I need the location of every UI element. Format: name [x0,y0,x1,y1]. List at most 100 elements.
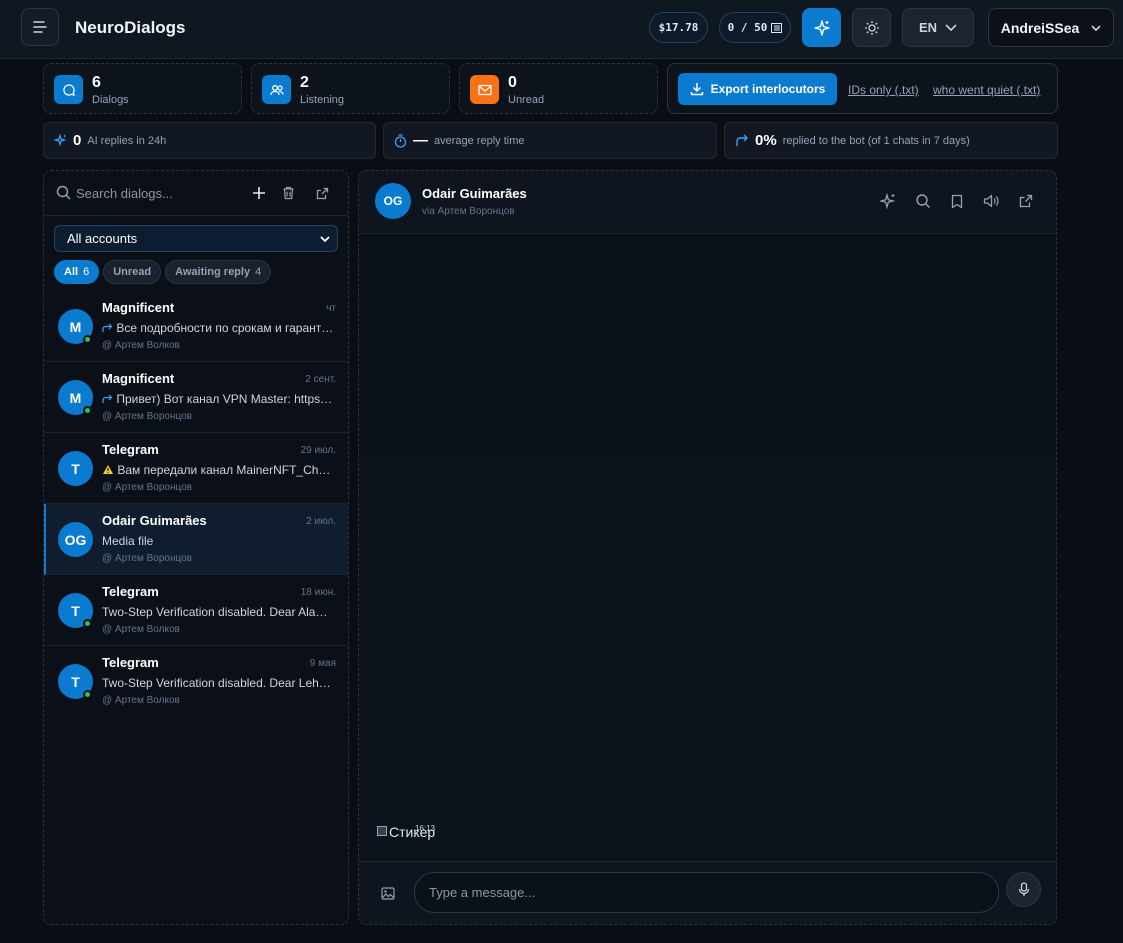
chat-via-account: via Артем Воронцов [422,206,515,217]
image-icon [381,887,395,900]
bookmark-button[interactable] [947,191,967,211]
users-icon [262,75,291,104]
sticker-message[interactable]: Стикер 16:13 [377,824,435,840]
online-indicator [83,335,92,344]
dialog-preview-text: Two-Step Verification disabled. Dear Ala… [102,605,334,619]
chat-panel: OG Odair Guimarães via Артем Воронцов Ст… [358,170,1057,925]
metric-label: AI replies in 24h [87,134,167,147]
dialog-account: @ Артем Волков [102,695,180,706]
search-input[interactable] [76,183,236,203]
ai-reply-button[interactable] [878,191,898,211]
chevron-down-icon [320,236,330,243]
chevron-down-icon [1091,24,1101,31]
export-quiet-link[interactable]: who went quiet (.txt) [933,83,1040,97]
quota-badge[interactable]: 0 / 50 [719,12,791,43]
dialog-preview-text: Привет) Вот канал VPN Master: https://t.… [116,392,334,406]
dialogs-sidebar: All accounts All 6 Unread Awaiting reply… [43,170,349,925]
dialog-item[interactable]: T Telegram 18 июн. Two-Step Verification… [44,575,348,646]
chat-bubble-icon [54,75,83,104]
stat-label: Unread [508,94,545,106]
metric-value: — [413,132,428,149]
chip-count: 6 [83,266,90,278]
open-external-button[interactable] [1016,191,1036,211]
menu-toggle-button[interactable] [21,8,59,46]
stat-card-dialogs[interactable]: 6 Dialogs [43,63,242,114]
dialog-preview: Все подробности по срокам и гарантиям [102,321,334,335]
export-interlocutors-button[interactable]: Export interlocutors [678,73,837,105]
search-icon [916,194,930,208]
theme-toggle-button[interactable] [852,8,891,47]
metric-reply-rate: 0% replied to the bot (of 1 chats in 7 d… [724,122,1058,159]
stat-value: 2 [300,74,309,91]
export-panel: Export interlocutors IDs only (.txt) who… [667,63,1058,114]
dialog-item[interactable]: T Telegram 9 мая Two-Step Verification d… [44,646,348,717]
search-row [44,171,348,216]
balance-badge[interactable]: $17.78 [649,12,708,43]
message-input[interactable] [414,872,999,913]
export-button-label: Export interlocutors [710,82,826,96]
dialog-item-selected[interactable]: OG Odair Guimarães 2 июл. Media file @ А… [44,504,348,575]
chat-contact-name: Odair Guimarães [422,186,527,201]
dialog-account: @ Артем Волков [102,624,180,635]
list-icon [771,22,783,33]
online-indicator [83,619,92,628]
dialog-preview: Two-Step Verification disabled. Dear Ala… [102,605,334,619]
bookmark-icon [951,194,963,208]
dialog-account: @ Артем Воронцов [102,411,192,422]
account-select[interactable]: All accounts [54,225,338,252]
warning-icon [103,465,113,474]
filter-all[interactable]: All 6 [54,260,100,284]
chip-label: Unread [113,266,152,278]
sparkle-icon [54,134,67,147]
add-dialog-button[interactable] [249,183,269,203]
stat-card-listening[interactable]: 2 Listening [251,63,450,114]
dialog-date: чт [326,303,336,314]
language-select[interactable]: EN [902,8,974,47]
dialog-item[interactable]: M Magnificent 2 сент. Привет) Вот канал … [44,362,348,433]
user-menu-button[interactable]: AndreiSSea [988,8,1114,47]
message-time: 16:13 [415,824,436,833]
chip-count: 4 [255,266,262,278]
external-link-icon [316,187,328,199]
dialog-preview-text: Все подробности по срокам и гарантиям [116,321,334,335]
dialog-date: 2 сент. [305,374,336,385]
speaker-icon [983,194,999,208]
filter-unread[interactable]: Unread [103,260,162,284]
dialog-item[interactable]: T Telegram 29 июл. Вам передали канал Ma… [44,433,348,504]
message-area[interactable]: Стикер 16:13 [359,234,1056,861]
dialog-name: Telegram [102,584,159,599]
online-indicator [83,690,92,699]
stat-card-unread[interactable]: 0 Unread [459,63,658,114]
filter-awaiting-reply[interactable]: Awaiting reply 4 [165,260,272,284]
search-chat-button[interactable] [913,191,933,211]
trash-icon [283,186,293,200]
voice-message-button[interactable] [1006,872,1041,907]
dialog-name: Magnificent [102,371,175,386]
menu-icon [33,21,47,33]
mail-icon [470,75,499,104]
dialog-preview: Two-Step Verification disabled. Dear Leh… [102,676,334,690]
metric-value: 0% [755,132,777,149]
export-ids-link[interactable]: IDs only (.txt) [848,83,919,97]
sound-button[interactable] [981,191,1001,211]
chat-avatar: OG [375,183,411,219]
chip-label: Awaiting reply [175,266,251,278]
dialog-date: 29 июл. [300,445,336,456]
open-external-button[interactable] [312,183,332,203]
chip-label: All [64,266,79,278]
delete-button[interactable] [278,183,298,203]
message-composer [359,861,1056,924]
stat-value: 6 [92,74,101,91]
chevron-down-icon [945,23,957,31]
app-title: NeuroDialogs [75,18,186,37]
sparkle-icon [880,193,896,209]
dialog-item[interactable]: M Magnificent чт Все подробности по срок… [44,291,348,362]
dialog-date: 9 мая [309,658,336,669]
search-icon [56,185,71,200]
sun-icon [864,20,879,35]
attach-image-button[interactable] [381,887,395,905]
dialog-preview: Media file [102,534,334,548]
forward-arrow-icon [102,394,113,403]
ai-toggle-button[interactable] [802,8,841,47]
stat-label: Dialogs [92,94,129,106]
